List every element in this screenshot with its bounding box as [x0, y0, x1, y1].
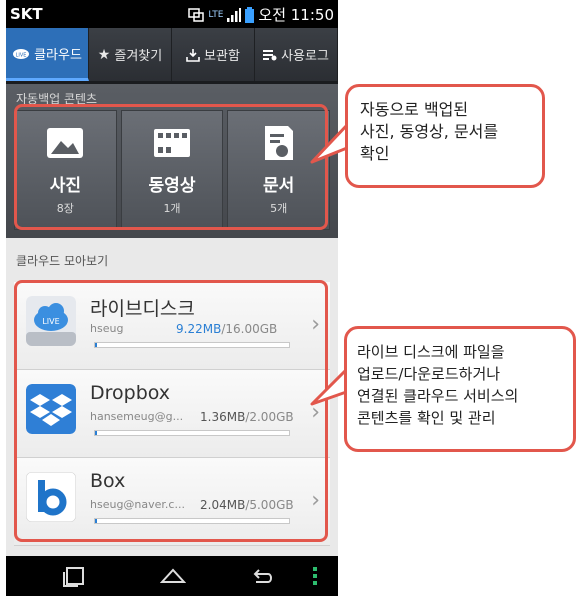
screen-mirror-icon [188, 7, 205, 22]
tab-usage-log-label: 사용로그 [281, 49, 329, 64]
log-list-icon [263, 49, 277, 60]
battery-icon [245, 6, 255, 23]
recent-apps-icon[interactable] [62, 564, 88, 588]
menu-icon[interactable] [310, 564, 320, 588]
home-icon[interactable] [160, 564, 186, 588]
backup-callout-line: 자동으로 백업된 [360, 100, 469, 119]
cloud-highlight-box [14, 280, 328, 542]
tab-storage-label: 보관함 [204, 49, 240, 64]
cloud-callout-line: 콘텐츠를 확인 및 관리 [357, 409, 496, 427]
back-icon[interactable] [250, 564, 276, 588]
cloud-callout-line: 업로드/다운로드하거나 [357, 365, 501, 383]
carrier-label: SKT [10, 5, 43, 23]
status-bar: SKT LTE 오전 11:50 [6, 0, 338, 28]
svg-text:LIVE: LIVE [16, 53, 27, 59]
signal-icon [227, 7, 242, 22]
download-tray-icon [186, 48, 200, 62]
tab-favorites-label: 즐겨찾기 [114, 49, 163, 64]
network-type-label: LTE [208, 9, 224, 20]
cloud-overview-label: 클라우드 모아보기 [16, 254, 109, 268]
cloud-callout-line: 연결된 클라우드 서비스의 [357, 387, 519, 405]
star-icon: ★ [97, 46, 111, 63]
backup-callout-line: 확인 [360, 144, 390, 163]
navigation-bar [6, 556, 338, 596]
backup-callout: 자동으로 백업된 사진, 동영상, 문서를 확인 [345, 84, 545, 188]
cloud-callout: 라이브 디스크에 파일을 업로드/다운로드하거나 연결된 클라우드 서비스의 콘… [344, 326, 576, 452]
tab-storage[interactable]: 보관함 [172, 28, 255, 81]
live-icon: LIVE [13, 49, 30, 59]
clock-label: 오전 11:50 [258, 6, 334, 24]
tab-usage-log[interactable]: 사용로그 [255, 28, 338, 81]
tab-cloud-label: 클라우드 [34, 47, 82, 63]
tab-favorites[interactable]: ★ 즐겨찾기 [89, 28, 172, 81]
backup-highlight-box [14, 104, 328, 230]
tab-bar: LIVE 클라우드 ★ 즐겨찾기 보관함 사용로그 [6, 28, 338, 84]
cloud-callout-line: 라이브 디스크에 파일을 [357, 343, 505, 361]
backup-callout-line: 사진, 동영상, 문서를 [360, 122, 499, 141]
tab-cloud[interactable]: LIVE 클라우드 [6, 28, 89, 81]
